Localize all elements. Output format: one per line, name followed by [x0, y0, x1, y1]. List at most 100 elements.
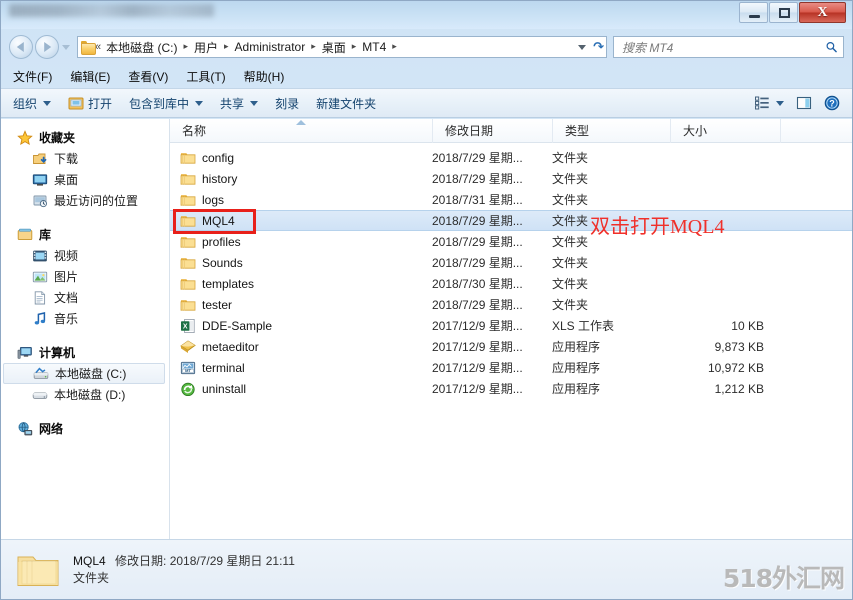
breadcrumb-item-2[interactable]: Administrator — [234, 40, 307, 54]
navpane-favorites-label: 收藏夹 — [39, 131, 76, 145]
close-button[interactable]: X — [799, 2, 846, 23]
file-name: tester — [202, 297, 233, 312]
include-in-library-button[interactable]: 包含到库中 — [129, 95, 204, 112]
folder-icon — [180, 299, 196, 311]
column-header-name[interactable]: 名称 — [170, 119, 432, 143]
cell-type: 文件夹 — [552, 298, 589, 312]
navpane-computer-label: 计算机 — [39, 346, 76, 360]
breadcrumb-separator-icon[interactable]: ▸ — [392, 41, 397, 52]
toolbar-right-group: ? — [754, 95, 844, 111]
arrow-right-icon — [44, 42, 52, 52]
menu-edit[interactable]: 编辑(E) — [70, 68, 110, 85]
address-bar[interactable]: « 本地磁盘 (C:) ▸ 用户 ▸ Administrator ▸ 桌面 ▸ … — [77, 36, 607, 58]
breadcrumb-separator-icon[interactable]: ▸ — [183, 41, 188, 52]
column-header-size[interactable]: 大小 — [670, 119, 780, 143]
preview-pane-button[interactable] — [796, 95, 812, 111]
sidebar-documents-label: 文档 — [54, 291, 79, 305]
recent-pages-dropdown-icon[interactable] — [62, 44, 70, 50]
help-button[interactable]: ? — [824, 95, 840, 111]
column-header-date[interactable]: 修改日期 — [432, 119, 552, 143]
details-name: MQL4 — [73, 553, 106, 568]
downloads-icon — [33, 153, 47, 164]
breadcrumb-item-1[interactable]: 用户 — [193, 39, 219, 56]
address-dropdown-icon[interactable] — [578, 44, 587, 50]
navigation-pane: 收藏夹 下载 桌面 最近访问的位置 库 视频 图片 文档 音乐 计算机 本地磁盘… — [1, 119, 170, 539]
chevron-down-icon — [195, 100, 204, 106]
sidebar-item-videos[interactable]: 视频 — [1, 245, 169, 266]
window-title-blurred — [9, 4, 214, 17]
open-button[interactable]: 打开 — [68, 95, 112, 112]
search-icon[interactable] — [826, 42, 837, 53]
new-folder-button[interactable]: 新建文件夹 — [316, 95, 376, 112]
breadcrumb-separator-icon[interactable]: ▸ — [311, 41, 316, 52]
cell-type: 文件夹 — [552, 256, 589, 270]
refresh-icon[interactable]: ↷ — [593, 39, 604, 55]
table-row[interactable]: tester 2018/7/29 星期... 文件夹 — [170, 294, 852, 315]
back-button[interactable] — [9, 35, 33, 59]
sidebar-item-desktop[interactable]: 桌面 — [1, 169, 169, 190]
navpane-group-computer[interactable]: 计算机 — [1, 342, 169, 363]
column-header-name-label: 名称 — [182, 124, 207, 138]
column-header-type[interactable]: 类型 — [552, 119, 670, 143]
navpane-group-favorites[interactable]: 收藏夹 — [1, 127, 169, 148]
arrow-left-icon — [16, 42, 24, 52]
breadcrumb-item-4[interactable]: MT4 — [361, 40, 387, 54]
menu-file[interactable]: 文件(F) — [13, 68, 52, 85]
column-header-type-label: 类型 — [565, 124, 590, 138]
burn-button[interactable]: 刻录 — [275, 95, 299, 112]
details-line-2: 文件夹 — [73, 570, 110, 585]
address-folder-icon — [81, 41, 96, 55]
navpane-group-libraries[interactable]: 库 — [1, 224, 169, 245]
table-row[interactable]: config 2018/7/29 星期... 文件夹 — [170, 147, 852, 168]
table-row[interactable]: uninstall 2017/12/9 星期... 应用程序 1,212 KB — [170, 378, 852, 399]
table-row[interactable]: Sounds 2018/7/29 星期... 文件夹 — [170, 252, 852, 273]
main-content: 收藏夹 下载 桌面 最近访问的位置 库 视频 图片 文档 音乐 计算机 本地磁盘… — [1, 119, 852, 539]
table-row[interactable]: metaeditor 2017/12/9 星期... 应用程序 9,873 KB — [170, 336, 852, 357]
sidebar-item-downloads[interactable]: 下载 — [1, 148, 169, 169]
table-row[interactable]: X DDE-Sample 2017/12/9 星期... XLS 工作表 10 KB — [170, 315, 852, 336]
cell-modified-date: 2018/7/30 星期... — [432, 277, 523, 291]
minimize-button[interactable] — [739, 2, 768, 23]
folder-icon — [180, 278, 196, 290]
menu-view[interactable]: 查看(V) — [128, 68, 168, 85]
breadcrumb-separator-icon[interactable]: ▸ — [352, 41, 357, 52]
sidebar-recent-places-label: 最近访问的位置 — [54, 194, 139, 208]
sidebar-downloads-label: 下载 — [54, 152, 79, 166]
table-row[interactable]: history 2018/7/29 星期... 文件夹 — [170, 168, 852, 189]
details-text: MQL4 修改日期: 2018/7/29 星期日 21:11 文件夹 — [73, 553, 295, 587]
sidebar-item-recent-places[interactable]: 最近访问的位置 — [1, 190, 169, 211]
search-input[interactable]: 搜索 MT4 — [622, 39, 673, 56]
menu-help[interactable]: 帮助(H) — [244, 68, 285, 85]
search-box[interactable]: 搜索 MT4 — [613, 36, 844, 58]
share-button[interactable]: 共享 — [220, 95, 259, 112]
table-row[interactable]: profiles 2018/7/29 星期... 文件夹 — [170, 231, 852, 252]
navpane-group-network[interactable]: 网络 — [1, 418, 169, 439]
forward-button[interactable] — [35, 35, 59, 59]
breadcrumb-item-0[interactable]: 本地磁盘 (C:) — [105, 39, 178, 56]
table-row[interactable]: MT terminal 2017/12/9 星期... 应用程序 10,972 KB — [170, 357, 852, 378]
cell-size: 9,873 KB — [714, 339, 764, 354]
star-icon — [17, 129, 33, 145]
watermark: 518外汇网 — [722, 564, 845, 593]
sidebar-item-drive-c[interactable]: 本地磁盘 (C:) — [3, 363, 165, 384]
drive-icon — [32, 392, 48, 399]
organize-button[interactable]: 组织 — [13, 95, 52, 112]
maximize-icon — [779, 8, 790, 18]
table-row[interactable]: MQL4 2018/7/29 星期... 文件夹 — [170, 209, 852, 234]
table-row[interactable]: templates 2018/7/30 星期... 文件夹 — [170, 273, 852, 294]
sidebar-item-drive-d[interactable]: 本地磁盘 (D:) — [1, 384, 169, 405]
menu-tools[interactable]: 工具(T) — [186, 68, 225, 85]
breadcrumb-separator-icon[interactable]: ▸ — [224, 41, 229, 52]
cell-modified-date: 2018/7/29 星期... — [432, 172, 523, 186]
preview-pane-icon — [796, 96, 812, 110]
sidebar-item-pictures[interactable]: 图片 — [1, 266, 169, 287]
breadcrumb-item-3[interactable]: 桌面 — [321, 39, 347, 56]
sidebar-item-music[interactable]: 音乐 — [1, 308, 169, 329]
maximize-button[interactable] — [769, 2, 798, 23]
sidebar-item-documents[interactable]: 文档 — [1, 287, 169, 308]
close-icon: X — [817, 4, 828, 20]
change-view-button[interactable] — [754, 95, 784, 111]
table-row[interactable]: logs 2018/7/31 星期... 文件夹 — [170, 189, 852, 210]
metaeditor-app-icon — [180, 339, 196, 353]
cell-name: MQL4 — [170, 213, 432, 229]
